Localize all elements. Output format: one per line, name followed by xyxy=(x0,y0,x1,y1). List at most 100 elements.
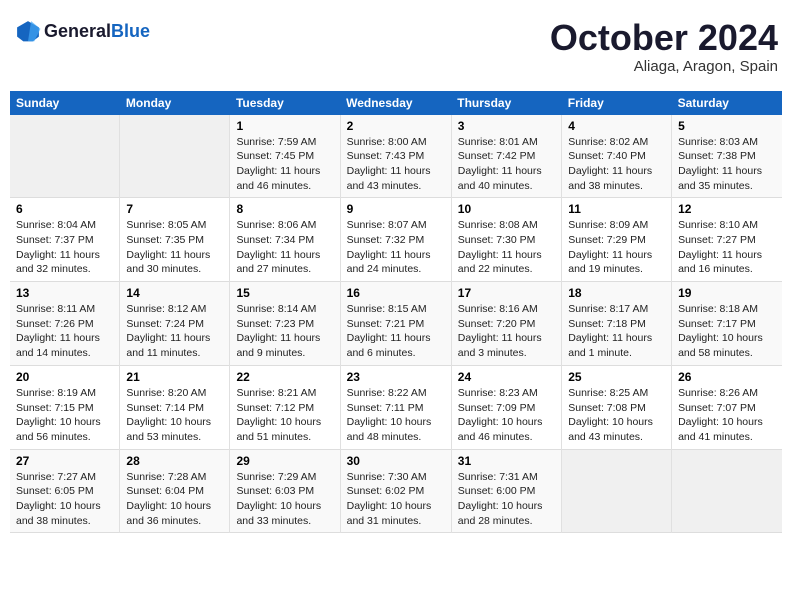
day-info: Sunrise: 8:17 AM Sunset: 7:18 PM Dayligh… xyxy=(568,302,665,361)
calendar-cell: 17 Sunrise: 8:16 AM Sunset: 7:20 PM Dayli… xyxy=(451,282,561,366)
calendar-cell: 18Sunrise: 8:17 AM Sunset: 7:18 PM Dayli… xyxy=(562,282,672,366)
day-info: Sunrise: 7:27 AM Sunset: 6:05 PM Dayligh… xyxy=(16,470,113,529)
calendar-cell xyxy=(10,115,120,198)
day-info: Sunrise: 8:01 AM Sunset: 7:42 PM Dayligh… xyxy=(458,135,555,194)
day-number: 7 xyxy=(126,202,223,216)
calendar-cell: 4 Sunrise: 8:02 AM Sunset: 7:40 PM Daylig… xyxy=(562,115,672,198)
day-info: Sunrise: 8:10 AM Sunset: 7:27 PM Dayligh… xyxy=(678,218,776,277)
calendar-week-3: 13 Sunrise: 8:11 AM Sunset: 7:26 PM Dayli… xyxy=(10,282,782,366)
day-number: 30 xyxy=(347,454,445,468)
calendar-cell: 19 Sunrise: 8:18 AM Sunset: 7:17 PM Dayli… xyxy=(672,282,782,366)
day-number: 26 xyxy=(678,370,776,384)
day-info: Sunrise: 8:18 AM Sunset: 7:17 PM Dayligh… xyxy=(678,302,776,361)
calendar-cell: 3Sunrise: 8:01 AM Sunset: 7:42 PM Daylig… xyxy=(451,115,561,198)
calendar-cell: 11Sunrise: 8:09 AM Sunset: 7:29 PM Dayli… xyxy=(562,198,672,282)
day-info: Sunrise: 8:07 AM Sunset: 7:32 PM Dayligh… xyxy=(347,218,445,277)
day-info: Sunrise: 8:21 AM Sunset: 7:12 PM Dayligh… xyxy=(236,386,333,445)
title-block: October 2024 Aliaga, Aragon, Spain xyxy=(550,18,778,75)
day-number: 13 xyxy=(16,286,113,300)
day-info: Sunrise: 8:11 AM Sunset: 7:26 PM Dayligh… xyxy=(16,302,113,361)
calendar-cell: 8 Sunrise: 8:06 AM Sunset: 7:34 PM Daylig… xyxy=(230,198,340,282)
calendar-cell: 21Sunrise: 8:20 AM Sunset: 7:14 PM Dayli… xyxy=(120,365,230,449)
calendar-cell: 25 Sunrise: 8:25 AM Sunset: 7:08 PM Dayli… xyxy=(562,365,672,449)
calendar-cell: 24Sunrise: 8:23 AM Sunset: 7:09 PM Dayli… xyxy=(451,365,561,449)
day-number: 27 xyxy=(16,454,113,468)
calendar-cell: 15 Sunrise: 8:14 AM Sunset: 7:23 PM Dayli… xyxy=(230,282,340,366)
calendar-cell: 27 Sunrise: 7:27 AM Sunset: 6:05 PM Dayli… xyxy=(10,449,120,533)
calendar-cell: 28 Sunrise: 7:28 AM Sunset: 6:04 PM Dayli… xyxy=(120,449,230,533)
logo: GeneralBlue xyxy=(14,18,150,46)
weekday-header-friday: Friday xyxy=(562,91,672,115)
day-number: 15 xyxy=(236,286,333,300)
page-header: GeneralBlue October 2024 Aliaga, Aragon,… xyxy=(10,10,782,83)
calendar-cell xyxy=(672,449,782,533)
location-subtitle: Aliaga, Aragon, Spain xyxy=(550,58,778,75)
day-number: 12 xyxy=(678,202,776,216)
day-info: Sunrise: 8:12 AM Sunset: 7:24 PM Dayligh… xyxy=(126,302,223,361)
day-number: 16 xyxy=(347,286,445,300)
day-number: 25 xyxy=(568,370,665,384)
calendar-cell: 13 Sunrise: 8:11 AM Sunset: 7:26 PM Dayli… xyxy=(10,282,120,366)
day-number: 24 xyxy=(458,370,555,384)
day-number: 20 xyxy=(16,370,113,384)
logo-blue-text: Blue xyxy=(111,21,150,41)
logo-text: GeneralBlue xyxy=(44,22,150,42)
calendar-cell: 23 Sunrise: 8:22 AM Sunset: 7:11 PM Dayli… xyxy=(340,365,451,449)
calendar-cell: 14 Sunrise: 8:12 AM Sunset: 7:24 PM Dayli… xyxy=(120,282,230,366)
day-info: Sunrise: 7:59 AM Sunset: 7:45 PM Dayligh… xyxy=(236,135,333,194)
day-info: Sunrise: 7:31 AM Sunset: 6:00 PM Dayligh… xyxy=(458,470,555,529)
logo-icon xyxy=(14,18,42,46)
day-number: 1 xyxy=(236,119,333,133)
calendar-cell: 5Sunrise: 8:03 AM Sunset: 7:38 PM Daylig… xyxy=(672,115,782,198)
day-info: Sunrise: 8:14 AM Sunset: 7:23 PM Dayligh… xyxy=(236,302,333,361)
day-number: 29 xyxy=(236,454,333,468)
day-number: 2 xyxy=(347,119,445,133)
day-info: Sunrise: 7:29 AM Sunset: 6:03 PM Dayligh… xyxy=(236,470,333,529)
calendar-week-4: 20 Sunrise: 8:19 AM Sunset: 7:15 PM Dayli… xyxy=(10,365,782,449)
day-number: 8 xyxy=(236,202,333,216)
day-info: Sunrise: 7:30 AM Sunset: 6:02 PM Dayligh… xyxy=(347,470,445,529)
day-number: 5 xyxy=(678,119,776,133)
day-number: 19 xyxy=(678,286,776,300)
weekday-header-tuesday: Tuesday xyxy=(230,91,340,115)
calendar-cell: 31Sunrise: 7:31 AM Sunset: 6:00 PM Dayli… xyxy=(451,449,561,533)
day-number: 4 xyxy=(568,119,665,133)
day-info: Sunrise: 8:16 AM Sunset: 7:20 PM Dayligh… xyxy=(458,302,555,361)
calendar-cell: 22 Sunrise: 8:21 AM Sunset: 7:12 PM Dayli… xyxy=(230,365,340,449)
day-number: 17 xyxy=(458,286,555,300)
day-info: Sunrise: 8:05 AM Sunset: 7:35 PM Dayligh… xyxy=(126,218,223,277)
day-info: Sunrise: 7:28 AM Sunset: 6:04 PM Dayligh… xyxy=(126,470,223,529)
calendar-cell: 10 Sunrise: 8:08 AM Sunset: 7:30 PM Dayli… xyxy=(451,198,561,282)
calendar-cell: 20 Sunrise: 8:19 AM Sunset: 7:15 PM Dayli… xyxy=(10,365,120,449)
day-info: Sunrise: 8:02 AM Sunset: 7:40 PM Dayligh… xyxy=(568,135,665,194)
day-number: 10 xyxy=(458,202,555,216)
day-number: 23 xyxy=(347,370,445,384)
calendar-cell: 9 Sunrise: 8:07 AM Sunset: 7:32 PM Daylig… xyxy=(340,198,451,282)
day-number: 28 xyxy=(126,454,223,468)
calendar-week-5: 27 Sunrise: 7:27 AM Sunset: 6:05 PM Dayli… xyxy=(10,449,782,533)
calendar-cell: 6Sunrise: 8:04 AM Sunset: 7:37 PM Daylig… xyxy=(10,198,120,282)
calendar-cell: 1 Sunrise: 7:59 AM Sunset: 7:45 PM Daylig… xyxy=(230,115,340,198)
calendar-cell: 12 Sunrise: 8:10 AM Sunset: 7:27 PM Dayli… xyxy=(672,198,782,282)
day-info: Sunrise: 8:19 AM Sunset: 7:15 PM Dayligh… xyxy=(16,386,113,445)
day-info: Sunrise: 8:08 AM Sunset: 7:30 PM Dayligh… xyxy=(458,218,555,277)
day-number: 9 xyxy=(347,202,445,216)
weekday-header-monday: Monday xyxy=(120,91,230,115)
calendar-week-1: 1 Sunrise: 7:59 AM Sunset: 7:45 PM Daylig… xyxy=(10,115,782,198)
weekday-header-saturday: Saturday xyxy=(672,91,782,115)
calendar-cell xyxy=(120,115,230,198)
month-year-title: October 2024 xyxy=(550,18,778,58)
weekday-header-row: SundayMondayTuesdayWednesdayThursdayFrid… xyxy=(10,91,782,115)
day-info: Sunrise: 8:25 AM Sunset: 7:08 PM Dayligh… xyxy=(568,386,665,445)
weekday-header-thursday: Thursday xyxy=(451,91,561,115)
day-info: Sunrise: 8:22 AM Sunset: 7:11 PM Dayligh… xyxy=(347,386,445,445)
day-info: Sunrise: 8:06 AM Sunset: 7:34 PM Dayligh… xyxy=(236,218,333,277)
day-info: Sunrise: 8:26 AM Sunset: 7:07 PM Dayligh… xyxy=(678,386,776,445)
day-info: Sunrise: 8:00 AM Sunset: 7:43 PM Dayligh… xyxy=(347,135,445,194)
calendar-cell: 26 Sunrise: 8:26 AM Sunset: 7:07 PM Dayli… xyxy=(672,365,782,449)
day-number: 14 xyxy=(126,286,223,300)
calendar-cell: 29 Sunrise: 7:29 AM Sunset: 6:03 PM Dayli… xyxy=(230,449,340,533)
day-info: Sunrise: 8:04 AM Sunset: 7:37 PM Dayligh… xyxy=(16,218,113,277)
day-number: 22 xyxy=(236,370,333,384)
calendar-cell: 2 Sunrise: 8:00 AM Sunset: 7:43 PM Daylig… xyxy=(340,115,451,198)
